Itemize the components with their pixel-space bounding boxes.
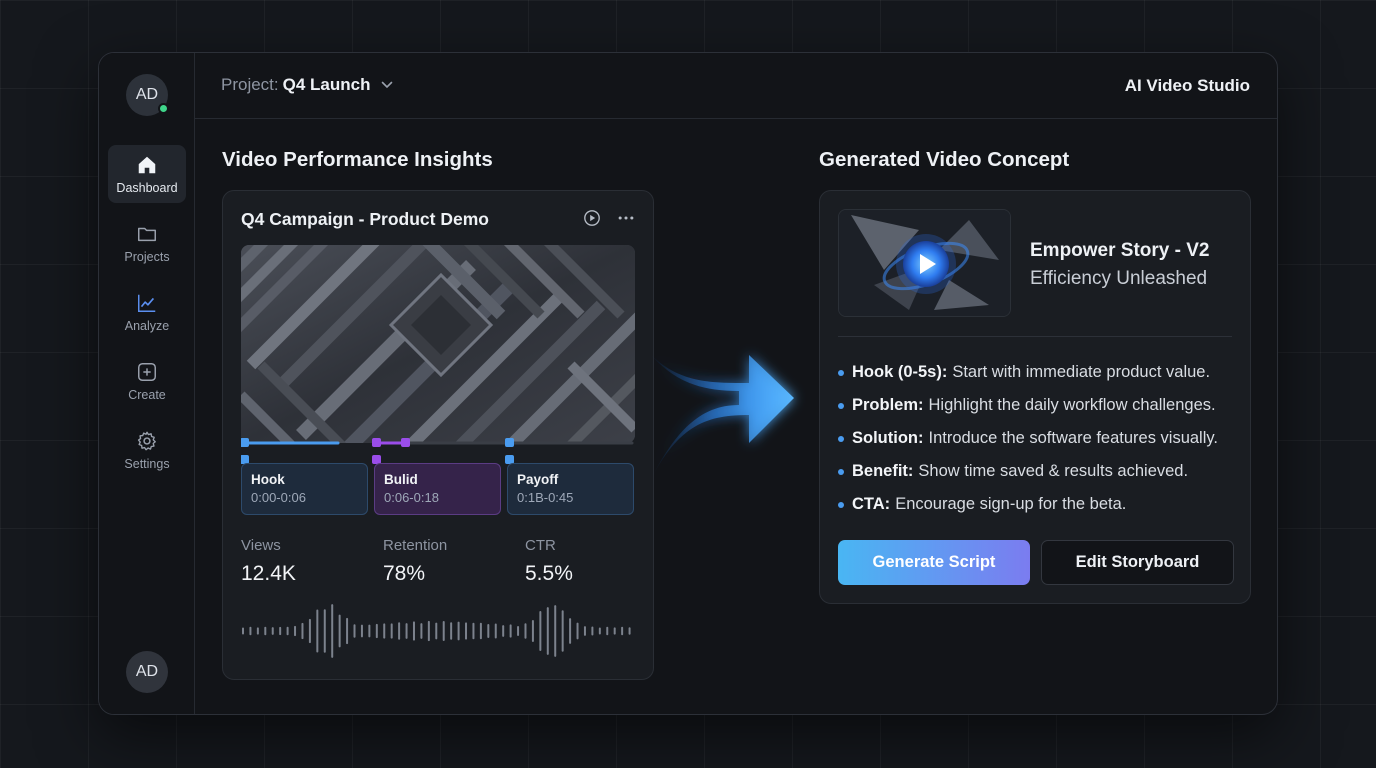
timeline-marker[interactable]: [372, 438, 381, 447]
sidebar-item-analyze[interactable]: Analyze: [108, 283, 186, 341]
metric-label: Views: [241, 537, 281, 554]
video-concept-card: Empower Story - V2 Efficiency Unleashed …: [819, 190, 1251, 604]
list-item: CTA: Encourage sign-up for the beta.: [838, 488, 1218, 521]
bullet-key: Hook (0-5s):: [852, 363, 948, 381]
sidebar-item-settings[interactable]: Settings: [108, 421, 186, 479]
sidebar-item-label: Settings: [124, 456, 170, 471]
user-avatar-bottom[interactable]: AD: [126, 651, 168, 693]
list-item: Problem: Highlight the daily workflow cha…: [838, 389, 1218, 422]
folder-icon: [138, 227, 156, 241]
segment-build[interactable]: Bulid 0:06-0:18: [374, 463, 501, 515]
timeline-marker[interactable]: [401, 438, 410, 447]
bullet-icon: [838, 369, 844, 376]
plus-square-icon: [138, 362, 156, 381]
video-insights-card: Q4 Campaign - Product Demo Hook 0:00-0:0…: [222, 190, 654, 680]
bullet-text: Show time saved & results achieved.: [918, 462, 1189, 480]
sidebar: AD Dashboard Projects Analyze Create Set…: [99, 53, 195, 714]
gear-icon: [137, 431, 156, 450]
chevron-down-icon: [381, 81, 392, 89]
chart-line-icon: [138, 294, 156, 312]
more-options-icon[interactable]: [617, 209, 635, 227]
metric-retention: Retention 78%: [383, 537, 447, 586]
metric-label: Retention: [383, 537, 448, 554]
play-circle-icon[interactable]: [583, 209, 601, 227]
metric-value: 78%: [383, 562, 426, 585]
generate-script-button[interactable]: Generate Script: [838, 540, 1030, 585]
avatar[interactable]: AD: [126, 74, 169, 116]
bullet-icon: [838, 435, 844, 442]
project-name: Q4 Launch: [282, 75, 371, 94]
concept-section-title: Generated Video Concept: [819, 148, 1070, 171]
abstract-3d-thumbnail-image: [241, 245, 635, 443]
segment-hook[interactable]: Hook 0:00-0:06: [241, 463, 368, 515]
sidebar-item-projects[interactable]: Projects: [108, 214, 186, 272]
concept-preview[interactable]: [838, 209, 1011, 317]
segment-payoff[interactable]: Payoff 0:1B-0:45: [507, 463, 634, 515]
insights-section-title: Video Performance Insights: [222, 148, 493, 171]
divider: [838, 336, 1232, 337]
list-item: Hook (0-5s): Start with immediate product…: [838, 356, 1218, 389]
metric-ctr: CTR 5.5%: [525, 537, 573, 586]
segment-time: 0:1B-0:45: [517, 490, 574, 505]
bullet-key: CTA:: [852, 495, 891, 513]
home-icon: [138, 156, 156, 173]
timeline-marker[interactable]: [505, 438, 514, 447]
bullet-icon: [838, 501, 844, 508]
audio-waveform: [242, 604, 631, 658]
bullet-text: Introduce the software features visually…: [928, 429, 1218, 447]
project-prefix: Project:: [221, 75, 279, 94]
sidebar-item-label: Dashboard: [116, 180, 178, 195]
segment-label: Payoff: [517, 472, 559, 487]
sidebar-item-label: Create: [128, 387, 166, 402]
edit-storyboard-button[interactable]: Edit Storyboard: [1041, 540, 1234, 585]
sidebar-item-dashboard[interactable]: Dashboard: [108, 145, 186, 203]
video-title: Q4 Campaign - Product Demo: [241, 209, 489, 229]
bullet-icon: [838, 468, 844, 475]
concept-subtitle: Efficiency Unleashed: [1030, 268, 1208, 289]
bullet-key: Solution:: [852, 429, 924, 447]
bullet-icon: [838, 402, 844, 409]
concept-preview-image: [839, 210, 1010, 316]
avatar-initials: AD: [135, 663, 159, 680]
segment-time: 0:00-0:06: [251, 490, 306, 505]
video-timeline[interactable]: [241, 435, 635, 465]
avatar-initials: AD: [135, 86, 159, 103]
metric-value: 12.4K: [241, 562, 296, 585]
bullet-key: Problem:: [852, 396, 924, 414]
bullet-text: Encourage sign-up for the beta.: [895, 495, 1127, 513]
segment-label: Hook: [251, 472, 285, 487]
concept-outline: Hook (0-5s): Start with immediate product…: [838, 356, 1218, 521]
timeline-marker[interactable]: [241, 438, 249, 447]
sidebar-item-create[interactable]: Create: [108, 352, 186, 410]
online-status-dot: [158, 103, 169, 114]
list-item: Solution: Introduce the software features…: [838, 422, 1218, 455]
sidebar-item-label: Projects: [124, 249, 170, 264]
metric-label: CTR: [525, 537, 556, 554]
sidebar-item-label: Analyze: [124, 318, 170, 333]
card-actions: [583, 209, 635, 227]
top-bar: Project: Q4 Launch AI Video Studio: [195, 53, 1277, 119]
project-selector[interactable]: Project: Q4 Launch: [221, 75, 393, 95]
flow-arrow-icon: [649, 353, 794, 483]
bullet-key: Benefit:: [852, 462, 914, 480]
metric-views: Views 12.4K: [241, 537, 296, 586]
app-title: AI Video Studio: [1124, 76, 1250, 95]
bullet-text: Highlight the daily workflow challenges.: [928, 396, 1216, 414]
video-thumbnail[interactable]: [241, 245, 635, 443]
concept-name: Empower Story - V2: [1030, 240, 1210, 261]
segment-label: Bulid: [384, 472, 418, 487]
app-window: AD Dashboard Projects Analyze Create Set…: [98, 52, 1278, 715]
metric-value: 5.5%: [525, 562, 573, 585]
list-item: Benefit: Show time saved & results achiev…: [838, 455, 1218, 488]
segment-time: 0:06-0:18: [384, 490, 439, 505]
bullet-text: Start with immediate product value.: [952, 363, 1211, 381]
